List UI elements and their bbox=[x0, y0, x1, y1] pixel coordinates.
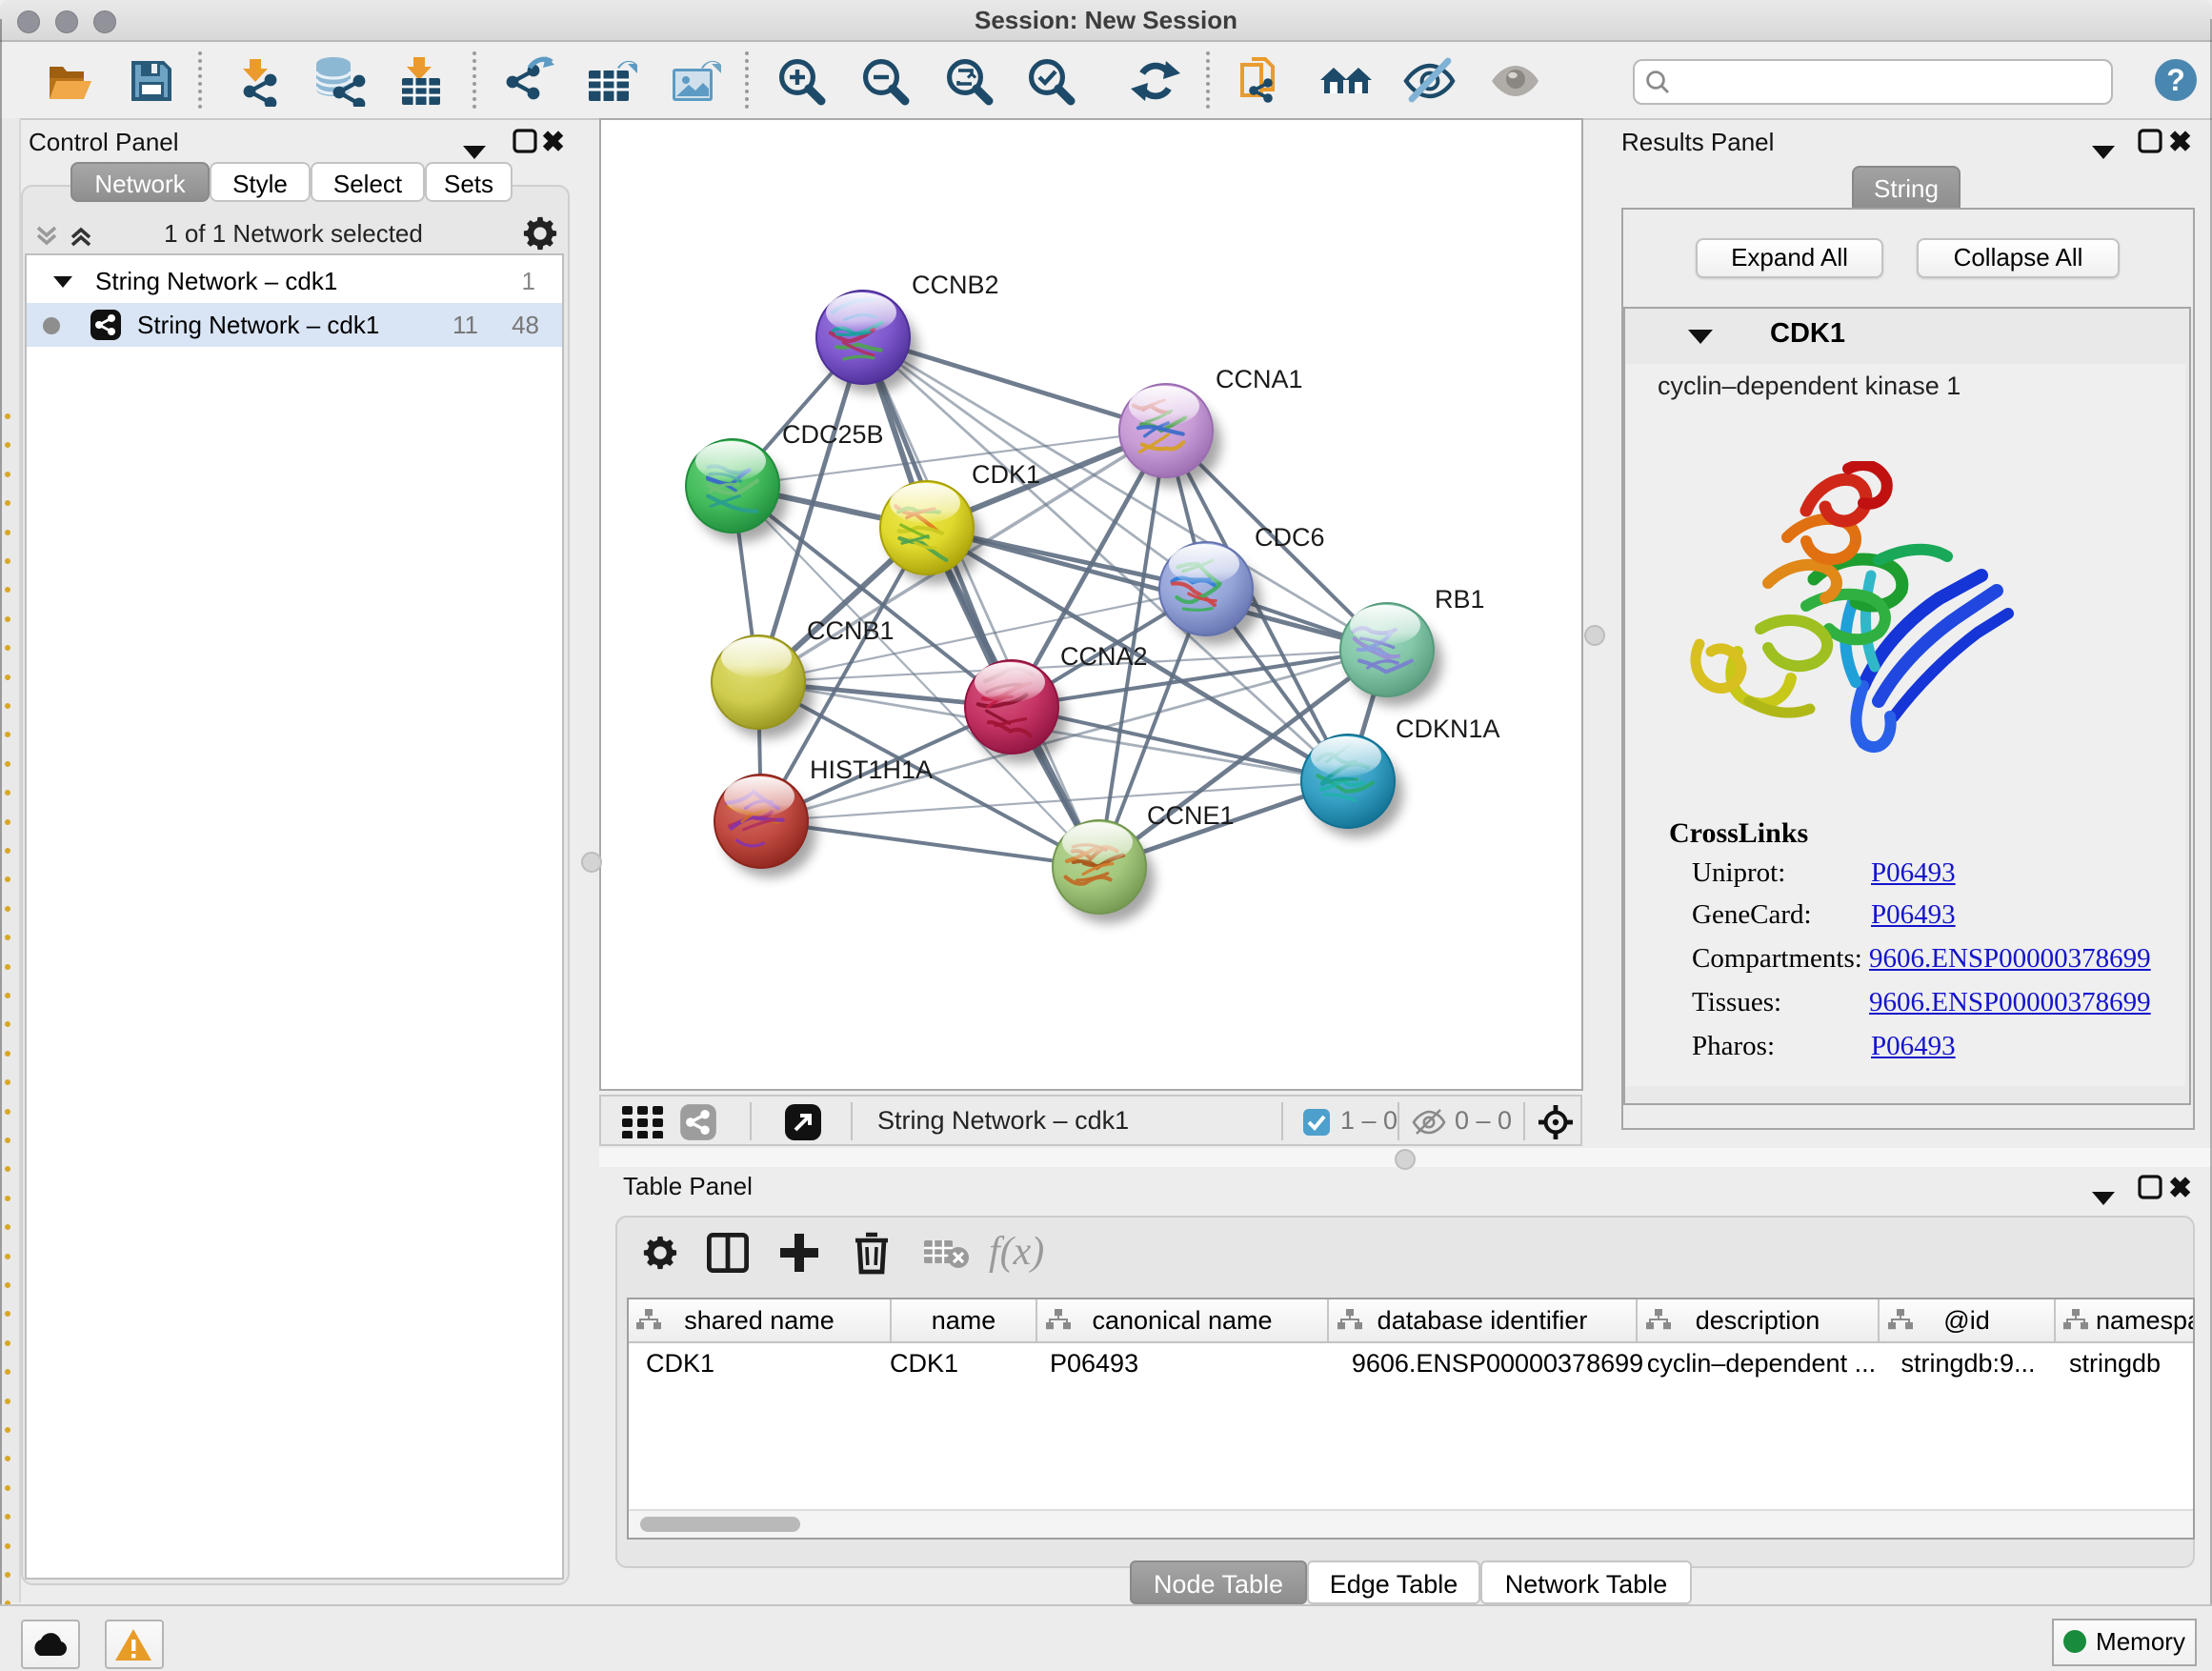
svg-text:CCNB1: CCNB1 bbox=[807, 616, 895, 645]
svg-text:CDK1: CDK1 bbox=[972, 460, 1040, 489]
svg-text:HIST1H1A: HIST1H1A bbox=[810, 755, 933, 784]
svg-text:?: ? bbox=[2166, 63, 2185, 97]
svg-text:CCNB2: CCNB2 bbox=[912, 271, 999, 299]
svg-text:CCNA1: CCNA1 bbox=[1216, 365, 1303, 393]
svg-text:CCNA2: CCNA2 bbox=[1060, 642, 1148, 671]
svg-text:RB1: RB1 bbox=[1435, 585, 1485, 614]
svg-text:CDC6: CDC6 bbox=[1255, 523, 1325, 552]
svg-text:CDKN1A: CDKN1A bbox=[1396, 715, 1500, 743]
svg-text:CCNE1: CCNE1 bbox=[1147, 801, 1235, 830]
svg-text:CDC25B: CDC25B bbox=[782, 420, 884, 449]
